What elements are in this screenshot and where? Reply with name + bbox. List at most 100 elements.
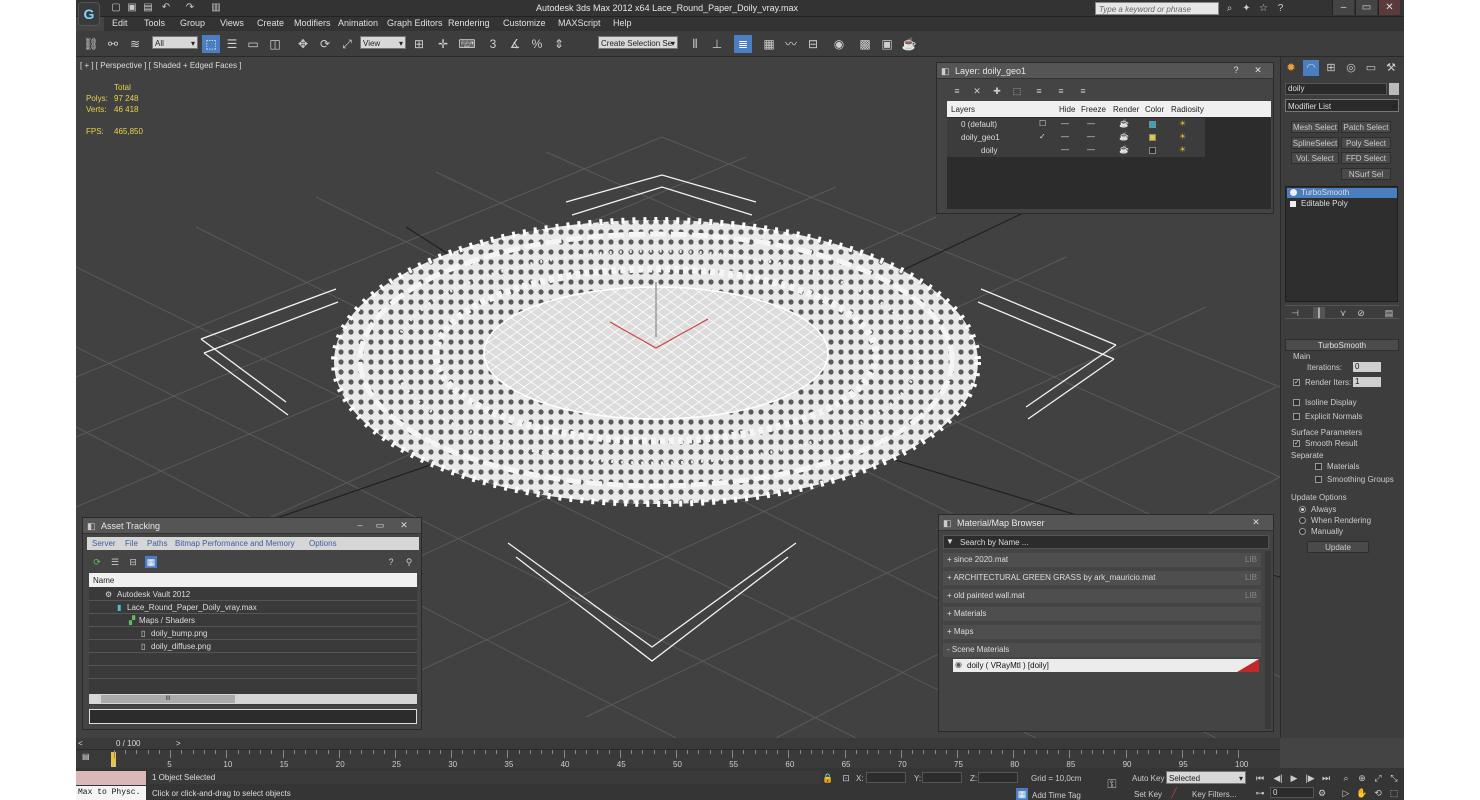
patch-select-button[interactable]: Patch Select xyxy=(1341,121,1391,133)
absolute-mode-icon[interactable]: ⊡ xyxy=(840,772,852,784)
next-frame-icon[interactable]: > xyxy=(176,739,181,748)
hide-all-layers-icon[interactable]: ≡ xyxy=(1055,85,1067,97)
group-row[interactable]: + Maps xyxy=(943,625,1261,639)
list-view-icon[interactable]: ☰ xyxy=(109,556,121,568)
object-color-swatch[interactable] xyxy=(1389,83,1399,95)
hide-toggle[interactable]: — xyxy=(1061,119,1069,128)
x-coord-field[interactable] xyxy=(866,772,906,783)
key-mode-dropdown[interactable]: Selected xyxy=(1166,771,1246,785)
play-icon[interactable]: ▶ xyxy=(1288,772,1300,784)
layer-color-swatch[interactable] xyxy=(1149,121,1156,128)
when-rendering-radio[interactable] xyxy=(1299,517,1306,524)
curve-editor-icon[interactable]: 〰 xyxy=(782,35,800,53)
hide-toggle[interactable]: — xyxy=(1061,132,1069,141)
asset-menu-paths[interactable]: Paths xyxy=(147,539,167,548)
keyboard-shortcut-icon[interactable]: ⌨ xyxy=(458,35,476,53)
make-unique-icon[interactable]: ⋎ xyxy=(1337,307,1349,319)
menu-group[interactable]: Group xyxy=(180,18,205,28)
pivot-center-icon[interactable]: ⊞ xyxy=(410,35,428,53)
nsurf-sel-button[interactable]: NSurf Sel xyxy=(1341,168,1391,180)
add-to-layer-icon[interactable]: ✚ xyxy=(991,85,1003,97)
set-key-button[interactable]: Set Key xyxy=(1134,790,1162,799)
asset-row[interactable]: ▮ Lace_Round_Paper_Doily_vray.max xyxy=(89,601,417,614)
configure-sets-icon[interactable]: ▤ xyxy=(1383,307,1395,319)
menu-rendering[interactable]: Rendering xyxy=(448,18,490,28)
materials-checkbox[interactable] xyxy=(1315,463,1322,470)
search-icon[interactable]: ⌕ xyxy=(1223,2,1236,15)
window-crossing-icon[interactable]: ◫ xyxy=(266,35,284,53)
key-filters-button[interactable]: Key Filters... xyxy=(1192,790,1236,799)
pin-stack-icon[interactable]: ⊣ xyxy=(1289,307,1301,319)
tree-view-icon[interactable]: ⊟ xyxy=(127,556,139,568)
layer-row[interactable]: doily_geo1 ✓ — — ☕ ☀ xyxy=(947,131,1205,144)
delete-layer-icon[interactable]: ✕ xyxy=(971,85,983,97)
viewport-label[interactable]: [ + ] [ Perspective ] [ Shaded + Edged F… xyxy=(80,61,241,70)
layer-close-button[interactable]: ✕ xyxy=(1251,64,1265,77)
create-layer-icon[interactable]: ≡ xyxy=(951,85,963,97)
set-key-icon[interactable]: ⚿ xyxy=(1106,778,1118,790)
asset-menu-options[interactable]: Options xyxy=(309,539,337,548)
turbosmooth-rollout-title[interactable]: TurboSmooth xyxy=(1285,339,1399,351)
layer-color-swatch[interactable] xyxy=(1149,147,1156,154)
bind-space-warp-icon[interactable]: ≋ xyxy=(126,35,144,53)
material-search-input[interactable]: ▼ Search by Name ... xyxy=(943,535,1269,549)
column-color[interactable]: Color xyxy=(1145,105,1164,114)
select-manipulate-icon[interactable]: ✛ xyxy=(434,35,452,53)
mesh-select-button[interactable]: Mesh Select xyxy=(1291,121,1339,133)
zoom-all-icon[interactable]: ⊕ xyxy=(1356,772,1368,784)
asset-menu-bitmap[interactable]: Bitmap Performance and Memory xyxy=(175,539,295,548)
open-file-icon[interactable]: ▣ xyxy=(126,2,138,14)
highlight-layer-icon[interactable]: ≡ xyxy=(1033,85,1045,97)
object-name-field[interactable]: doily xyxy=(1285,83,1387,95)
utilities-tab-icon[interactable]: ⚒ xyxy=(1383,60,1399,76)
radiosity-icon[interactable]: ☀ xyxy=(1179,119,1186,128)
minimize-button[interactable]: – xyxy=(1332,0,1354,15)
radiosity-icon[interactable]: ☀ xyxy=(1179,132,1186,141)
scene-material-item[interactable]: ◉ doily ( VRayMtl ) [doily] xyxy=(953,659,1259,672)
smoothing-groups-checkbox[interactable] xyxy=(1315,476,1322,483)
freeze-all-layers-icon[interactable]: ≡ xyxy=(1077,85,1089,97)
display-tab-icon[interactable]: ▭ xyxy=(1363,60,1379,76)
group-row[interactable]: + Materials xyxy=(943,607,1261,621)
track-bar[interactable]: ▤ 0 5 10 15 20 25 30 35 40 45 50 55 60 65 70 75 80 85 90 95… xyxy=(76,749,1280,769)
explicit-normals-checkbox[interactable] xyxy=(1293,413,1300,420)
layer-color-swatch[interactable] xyxy=(1149,134,1156,141)
show-end-result-icon[interactable]: ┃ xyxy=(1313,307,1325,319)
time-config-icon[interactable]: ⚙ xyxy=(1316,787,1328,799)
maximize-viewport-icon[interactable]: ⬚ xyxy=(1388,787,1400,799)
column-render[interactable]: Render xyxy=(1113,105,1139,114)
modifier-list-dropdown[interactable]: Modifier List xyxy=(1285,99,1399,113)
asset-horizontal-scrollbar[interactable]: III xyxy=(89,694,417,704)
communication-center-icon[interactable]: ✦ xyxy=(1240,2,1253,15)
menu-maxscript[interactable]: MAXScript xyxy=(558,18,601,28)
help-icon[interactable]: ? xyxy=(1274,2,1287,15)
ffd-select-button[interactable]: FFD Select xyxy=(1341,152,1391,164)
add-time-tag-label[interactable]: Add Time Tag xyxy=(1032,791,1081,800)
column-freeze[interactable]: Freeze xyxy=(1081,105,1106,114)
column-radiosity[interactable]: Radiosity xyxy=(1171,105,1204,114)
hide-toggle[interactable]: — xyxy=(1061,145,1069,154)
table-view-icon[interactable]: ▦ xyxy=(145,556,157,568)
fov-icon[interactable]: ▷ xyxy=(1340,787,1352,799)
layer-manager-icon[interactable]: ≣ xyxy=(734,35,752,53)
project-folder-icon[interactable]: ▥ xyxy=(210,2,222,14)
render-teapot-icon[interactable]: ☕ xyxy=(1119,119,1129,128)
menu-edit[interactable]: Edit xyxy=(112,18,128,28)
modify-tab-icon[interactable]: ◠ xyxy=(1303,60,1319,76)
lightbulb-icon[interactable] xyxy=(1290,189,1297,196)
current-layer-icon[interactable]: ☐ xyxy=(1039,119,1046,128)
always-radio[interactable] xyxy=(1299,506,1306,513)
iterations-spinner[interactable]: 0 xyxy=(1353,362,1381,372)
menu-help[interactable]: Help xyxy=(613,18,632,28)
menu-create[interactable]: Create xyxy=(257,18,284,28)
scroll-thumb[interactable]: III xyxy=(101,695,235,703)
motion-tab-icon[interactable]: ◎ xyxy=(1343,60,1359,76)
asset-close-button[interactable]: ✕ xyxy=(397,519,411,532)
asset-menu-server[interactable]: Server xyxy=(92,539,116,548)
schematic-view-icon[interactable]: ⊟ xyxy=(804,35,822,53)
asset-path-field[interactable] xyxy=(89,709,417,724)
spline-select-button[interactable]: SplineSelect xyxy=(1291,137,1339,149)
select-by-name-icon[interactable]: ☰ xyxy=(223,35,241,53)
layer-help-button[interactable]: ? xyxy=(1229,64,1243,77)
asset-row[interactable]: ⚙ Autodesk Vault 2012 xyxy=(89,588,417,601)
